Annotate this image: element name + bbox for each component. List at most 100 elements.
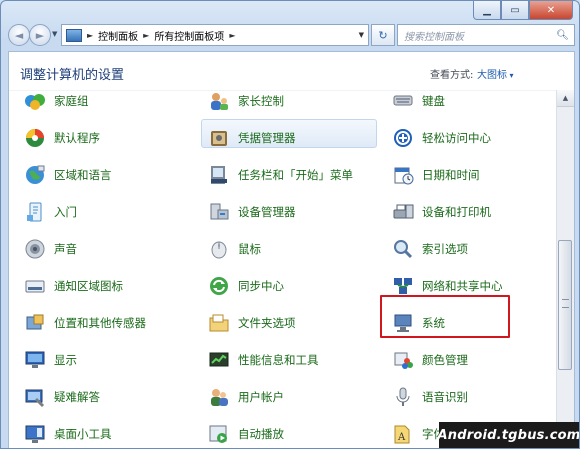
control-panel-item[interactable]: 网络和共享中心 bbox=[391, 272, 503, 300]
autoplay-icon bbox=[207, 422, 231, 446]
devices-printers-icon bbox=[391, 200, 415, 224]
control-panel-item[interactable]: 日期和时间 bbox=[391, 161, 480, 189]
notification-area-icon bbox=[23, 274, 47, 298]
control-panel-item[interactable]: 入门 bbox=[23, 198, 77, 226]
breadcrumb-separator[interactable]: ► bbox=[229, 31, 235, 40]
search-input[interactable]: 搜索控制面板 bbox=[404, 28, 556, 43]
maximize-button[interactable]: ▭ bbox=[501, 1, 529, 20]
search-box[interactable]: 搜索控制面板 🔍︎ bbox=[397, 24, 575, 46]
control-panel-item[interactable]: 家长控制 bbox=[207, 87, 284, 115]
desktop-gadgets-icon bbox=[23, 422, 47, 446]
item-label: 自动播放 bbox=[238, 427, 284, 441]
performance-icon bbox=[207, 348, 231, 372]
address-dropdown-icon[interactable]: ▼ bbox=[359, 31, 364, 39]
item-label: 凭据管理器 bbox=[238, 131, 296, 145]
page-title: 调整计算机的设置 bbox=[20, 68, 125, 83]
breadcrumb-separator: ► bbox=[87, 30, 94, 40]
control-panel-item[interactable]: 家庭组 bbox=[23, 87, 89, 115]
item-label: 设备和打印机 bbox=[422, 205, 491, 219]
address-bar[interactable]: ► 控制面板 ► 所有控制面板项 ► ▼ bbox=[61, 24, 369, 46]
item-label: 性能信息和工具 bbox=[238, 353, 319, 367]
display-icon bbox=[23, 348, 47, 372]
troubleshooting-icon bbox=[23, 385, 47, 409]
control-panel-item[interactable]: 用户帐户 bbox=[207, 383, 284, 411]
default-programs-icon bbox=[23, 126, 47, 150]
control-panel-items-grid: 家庭组 家长控制 键盘默认程序 凭据管理器 轻松访问中心区域和语言 任务栏和「开始」菜单 日… bbox=[9, 87, 554, 448]
control-panel-item[interactable]: 显示 bbox=[23, 346, 77, 374]
keyboard-icon bbox=[391, 89, 415, 113]
item-label: 任务栏和「开始」菜单 bbox=[238, 168, 353, 182]
fonts-icon: A bbox=[391, 422, 415, 446]
control-panel-item[interactable]: 疑难解答 bbox=[23, 383, 100, 411]
breadcrumb-all-items[interactable]: 所有控制面板项 bbox=[154, 28, 224, 43]
forward-button[interactable]: ► bbox=[29, 24, 51, 46]
item-label: 网络和共享中心 bbox=[422, 279, 503, 293]
color-management-icon bbox=[391, 348, 415, 372]
control-panel-item[interactable]: 声音 bbox=[23, 235, 77, 263]
scroll-thumb[interactable] bbox=[558, 240, 572, 370]
caption-buttons: ▁ ▭ ✕ bbox=[473, 1, 573, 20]
speech-recognition-icon bbox=[391, 385, 415, 409]
credential-manager-icon bbox=[207, 126, 231, 150]
item-label: 索引选项 bbox=[422, 242, 468, 256]
control-panel-item[interactable]: 默认程序 bbox=[23, 124, 100, 152]
control-panel-item[interactable]: 位置和其他传感器 bbox=[23, 309, 146, 337]
item-label: 家庭组 bbox=[54, 94, 89, 108]
item-label: 语音识别 bbox=[422, 390, 468, 404]
control-panel-item[interactable]: 自动播放 bbox=[207, 420, 284, 448]
breadcrumb-control-panel[interactable]: 控制面板 bbox=[98, 28, 138, 43]
control-panel-item[interactable]: 键盘 bbox=[391, 87, 445, 115]
system-icon bbox=[391, 311, 415, 335]
search-icon[interactable]: 🔍︎ bbox=[556, 30, 569, 41]
getting-started-icon bbox=[23, 200, 47, 224]
control-panel-item[interactable]: 凭据管理器 bbox=[207, 124, 296, 152]
item-label: 日期和时间 bbox=[422, 168, 480, 182]
scroll-up-button[interactable]: ▲ bbox=[557, 90, 574, 107]
control-panel-item[interactable]: 文件夹选项 bbox=[207, 309, 296, 337]
refresh-button[interactable]: ↻ bbox=[371, 24, 395, 46]
item-label: 通知区域图标 bbox=[54, 279, 123, 293]
svg-text:A: A bbox=[397, 432, 406, 443]
control-panel-item[interactable]: 设备和打印机 bbox=[391, 198, 491, 226]
item-label: 家长控制 bbox=[238, 94, 284, 108]
region-language-icon bbox=[23, 163, 47, 187]
item-label: 桌面小工具 bbox=[54, 427, 112, 441]
recent-pages-dropdown[interactable]: ▼ bbox=[52, 30, 57, 38]
back-button[interactable]: ◄ bbox=[8, 24, 30, 46]
item-label: 设备管理器 bbox=[238, 205, 296, 219]
watermark: Android.tgbus.com bbox=[438, 422, 579, 448]
date-time-icon bbox=[391, 163, 415, 187]
mouse-icon bbox=[207, 237, 231, 261]
view-by-dropdown[interactable]: 大图标 bbox=[477, 66, 514, 81]
control-panel-item[interactable]: 索引选项 bbox=[391, 235, 468, 263]
control-panel-item[interactable]: 系统 bbox=[391, 309, 445, 337]
parental-controls-icon bbox=[207, 89, 231, 113]
item-label: 疑难解答 bbox=[54, 390, 100, 404]
control-panel-item[interactable]: 任务栏和「开始」菜单 bbox=[207, 161, 353, 189]
control-panel-item[interactable]: 同步中心 bbox=[207, 272, 284, 300]
taskbar-icon bbox=[207, 163, 231, 187]
breadcrumb-separator[interactable]: ► bbox=[143, 31, 149, 40]
location-sensors-icon bbox=[23, 311, 47, 335]
vertical-scrollbar[interactable]: ▲ bbox=[556, 90, 574, 448]
item-label: 区域和语言 bbox=[54, 168, 112, 182]
sync-center-icon bbox=[207, 274, 231, 298]
control-panel-item[interactable]: 鼠标 bbox=[207, 235, 261, 263]
minimize-button[interactable]: ▁ bbox=[473, 1, 501, 20]
folder-options-icon bbox=[207, 311, 231, 335]
control-panel-item[interactable]: 区域和语言 bbox=[23, 161, 112, 189]
control-panel-item[interactable]: 设备管理器 bbox=[207, 198, 296, 226]
control-panel-item[interactable]: 语音识别 bbox=[391, 383, 468, 411]
control-panel-item[interactable]: 轻松访问中心 bbox=[391, 124, 491, 152]
item-label: 声音 bbox=[54, 242, 77, 256]
item-label: 用户帐户 bbox=[238, 390, 284, 404]
control-panel-item[interactable]: 通知区域图标 bbox=[23, 272, 123, 300]
control-panel-icon bbox=[66, 28, 82, 42]
sound-icon bbox=[23, 237, 47, 261]
control-panel-item[interactable]: 性能信息和工具 bbox=[207, 346, 319, 374]
item-label: 系统 bbox=[422, 316, 445, 330]
item-label: 同步中心 bbox=[238, 279, 284, 293]
control-panel-item[interactable]: 桌面小工具 bbox=[23, 420, 112, 448]
close-button[interactable]: ✕ bbox=[529, 1, 573, 20]
control-panel-item[interactable]: 颜色管理 bbox=[391, 346, 468, 374]
